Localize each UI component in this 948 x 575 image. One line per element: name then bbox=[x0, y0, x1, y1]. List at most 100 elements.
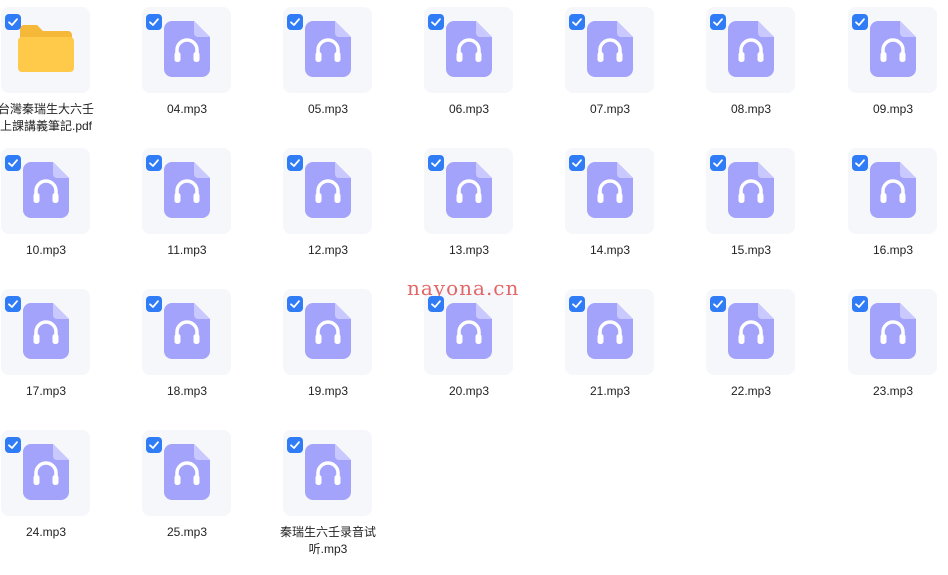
audio-file-icon bbox=[728, 21, 774, 77]
file-name: 09.mp3 bbox=[872, 102, 914, 116]
checkmark-icon bbox=[149, 441, 159, 449]
audio-file-icon bbox=[446, 162, 492, 218]
file-item[interactable]: 18.mp3 bbox=[129, 282, 245, 418]
selection-checkbox[interactable] bbox=[428, 296, 444, 312]
checkmark-icon bbox=[8, 18, 18, 26]
file-item[interactable]: 25.mp3 bbox=[129, 423, 245, 559]
file-item[interactable]: 19.mp3 bbox=[270, 282, 386, 418]
audio-file-icon bbox=[164, 162, 210, 218]
audio-file-icon bbox=[164, 444, 210, 500]
file-item[interactable]: 16.mp3 bbox=[835, 141, 948, 277]
selection-checkbox[interactable] bbox=[287, 296, 303, 312]
file-item[interactable]: 13.mp3 bbox=[411, 141, 527, 277]
audio-file-icon bbox=[305, 162, 351, 218]
file-name: 15.mp3 bbox=[730, 243, 772, 257]
audio-file-icon bbox=[728, 162, 774, 218]
checkmark-icon bbox=[149, 300, 159, 308]
file-name: 08.mp3 bbox=[730, 102, 772, 116]
file-name: 12.mp3 bbox=[307, 243, 349, 257]
file-item[interactable]: 12.mp3 bbox=[270, 141, 386, 277]
audio-file-icon bbox=[305, 444, 351, 500]
selection-checkbox[interactable] bbox=[428, 14, 444, 30]
audio-file-icon bbox=[446, 21, 492, 77]
selection-checkbox[interactable] bbox=[710, 14, 726, 30]
checkmark-icon bbox=[149, 159, 159, 167]
checkmark-icon bbox=[572, 300, 582, 308]
file-name: 05.mp3 bbox=[307, 102, 349, 116]
file-item[interactable]: 04.mp3 bbox=[129, 0, 245, 136]
audio-file-icon bbox=[305, 303, 351, 359]
file-name: 秦瑞生六壬录音试听.mp3 bbox=[280, 525, 377, 556]
file-item[interactable]: 23.mp3 bbox=[835, 282, 948, 418]
file-item[interactable]: 秦瑞生六壬录音试听.mp3 bbox=[270, 423, 386, 559]
selection-checkbox[interactable] bbox=[287, 437, 303, 453]
checkmark-icon bbox=[855, 300, 865, 308]
selection-checkbox[interactable] bbox=[569, 296, 585, 312]
file-name: 06.mp3 bbox=[448, 102, 490, 116]
file-item[interactable]: 17.mp3 bbox=[0, 282, 104, 418]
file-item[interactable]: 05.mp3 bbox=[270, 0, 386, 136]
checkmark-icon bbox=[713, 18, 723, 26]
file-item[interactable]: 15.mp3 bbox=[693, 141, 809, 277]
selection-checkbox[interactable] bbox=[852, 296, 868, 312]
file-name: 13.mp3 bbox=[448, 243, 490, 257]
file-item[interactable]: 14.mp3 bbox=[552, 141, 668, 277]
checkmark-icon bbox=[713, 300, 723, 308]
file-item[interactable]: 09.mp3 bbox=[835, 0, 948, 136]
selection-checkbox[interactable] bbox=[428, 155, 444, 171]
selection-checkbox[interactable] bbox=[287, 14, 303, 30]
selection-checkbox[interactable] bbox=[146, 155, 162, 171]
selection-checkbox[interactable] bbox=[146, 14, 162, 30]
selection-checkbox[interactable] bbox=[146, 437, 162, 453]
audio-file-icon bbox=[23, 444, 69, 500]
checkmark-icon bbox=[290, 159, 300, 167]
audio-file-icon bbox=[870, 303, 916, 359]
file-item[interactable]: 11.mp3 bbox=[129, 141, 245, 277]
file-name: 19.mp3 bbox=[307, 384, 349, 398]
selection-checkbox[interactable] bbox=[710, 155, 726, 171]
file-item[interactable]: 06.mp3 bbox=[411, 0, 527, 136]
checkmark-icon bbox=[8, 300, 18, 308]
file-item[interactable]: 10.mp3 bbox=[0, 141, 104, 277]
folder-item[interactable]: 台灣秦瑞生大六壬上課講義筆記.pdf bbox=[0, 0, 104, 136]
selection-checkbox[interactable] bbox=[287, 155, 303, 171]
file-name: 11.mp3 bbox=[167, 243, 207, 257]
selection-checkbox[interactable] bbox=[852, 14, 868, 30]
checkmark-icon bbox=[855, 159, 865, 167]
file-item[interactable]: 22.mp3 bbox=[693, 282, 809, 418]
checkmark-icon bbox=[713, 159, 723, 167]
selection-checkbox[interactable] bbox=[569, 14, 585, 30]
audio-file-icon bbox=[728, 303, 774, 359]
selection-checkbox[interactable] bbox=[852, 155, 868, 171]
file-name: 18.mp3 bbox=[166, 384, 208, 398]
checkmark-icon bbox=[431, 159, 441, 167]
file-name: 20.mp3 bbox=[448, 384, 490, 398]
selection-checkbox[interactable] bbox=[5, 296, 21, 312]
checkmark-icon bbox=[855, 18, 865, 26]
selection-checkbox[interactable] bbox=[146, 296, 162, 312]
file-item[interactable]: 08.mp3 bbox=[693, 0, 809, 136]
file-item[interactable]: 07.mp3 bbox=[552, 0, 668, 136]
audio-file-icon bbox=[587, 162, 633, 218]
file-name: 14.mp3 bbox=[589, 243, 631, 257]
audio-file-icon bbox=[305, 21, 351, 77]
checkmark-icon bbox=[8, 159, 18, 167]
file-name: 23.mp3 bbox=[872, 384, 914, 398]
audio-file-icon bbox=[870, 162, 916, 218]
audio-file-icon bbox=[164, 21, 210, 77]
folder-icon bbox=[18, 25, 74, 72]
selection-checkbox[interactable] bbox=[5, 437, 21, 453]
audio-file-icon bbox=[446, 303, 492, 359]
selection-checkbox[interactable] bbox=[710, 296, 726, 312]
file-item[interactable]: 24.mp3 bbox=[0, 423, 104, 559]
selection-checkbox[interactable] bbox=[5, 14, 21, 30]
file-name: 17.mp3 bbox=[25, 384, 67, 398]
file-item[interactable]: 21.mp3 bbox=[552, 282, 668, 418]
file-name: 台灣秦瑞生大六壬上課講義筆記.pdf bbox=[0, 102, 95, 133]
selection-checkbox[interactable] bbox=[569, 155, 585, 171]
audio-file-icon bbox=[164, 303, 210, 359]
checkmark-icon bbox=[572, 159, 582, 167]
file-item[interactable]: 20.mp3 bbox=[411, 282, 527, 418]
audio-file-icon bbox=[587, 21, 633, 77]
selection-checkbox[interactable] bbox=[5, 155, 21, 171]
